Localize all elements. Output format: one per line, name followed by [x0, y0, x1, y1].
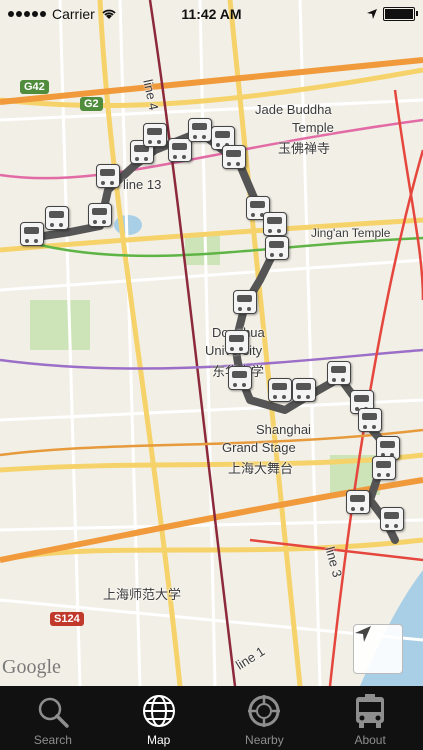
tab-nearby-label: Nearby: [245, 733, 284, 747]
bus-stop-marker[interactable]: [233, 290, 257, 314]
bus-stop-marker[interactable]: [228, 366, 252, 390]
metro-line-13-label: line 13: [123, 177, 162, 192]
bus-stop-marker[interactable]: [292, 378, 316, 402]
bus-stop-marker[interactable]: [225, 330, 249, 354]
highway-s124-shield: S124: [50, 612, 84, 626]
tab-map-label: Map: [146, 733, 171, 747]
jade-buddha-label-cn: 玉佛禅寺: [278, 141, 331, 156]
wifi-icon: [102, 9, 116, 19]
clock-time: 11:42 AM: [181, 6, 242, 22]
tab-nearby[interactable]: Nearby: [212, 686, 318, 750]
tab-map[interactable]: Map: [106, 686, 212, 750]
bus-stop-marker[interactable]: [168, 138, 192, 162]
location-arrow-icon: [355, 626, 371, 642]
bus-stop-marker[interactable]: [96, 164, 120, 188]
battery-icon: [383, 7, 418, 21]
grand-stage-label-cn: 上海大舞台: [228, 461, 294, 476]
bus-icon: [356, 694, 385, 728]
bus-stop-marker[interactable]: [372, 456, 396, 480]
google-attribution: Google: [2, 656, 61, 678]
current-location-button[interactable]: [353, 624, 403, 674]
carrier-label: Carrier: [52, 6, 95, 22]
bus-stop-marker[interactable]: [188, 118, 212, 142]
search-icon: [38, 697, 69, 728]
bus-stop-marker[interactable]: [45, 206, 69, 230]
bus-stop-marker[interactable]: [222, 145, 246, 169]
bus-stop-marker[interactable]: [380, 507, 404, 531]
globe-icon: [142, 695, 175, 727]
jingan-temple-label: Jing'an Temple: [311, 226, 391, 240]
crosshair-icon: [248, 695, 281, 727]
bus-stop-marker[interactable]: [263, 212, 287, 236]
bus-stop-marker[interactable]: [20, 222, 44, 246]
map-view[interactable]: line 4 line 13 line 3 line 1 Jade Buddha…: [0, 0, 423, 686]
status-bar: Carrier 11:42 AM: [0, 0, 423, 28]
bus-stop-marker[interactable]: [346, 490, 370, 514]
normal-university-label: 上海师范大学: [103, 587, 182, 602]
jade-buddha-label-line1: Jade Buddha: [255, 102, 332, 117]
bus-stop-marker[interactable]: [265, 236, 289, 260]
tab-about[interactable]: About: [317, 686, 423, 750]
bus-stop-marker[interactable]: [327, 361, 351, 385]
bus-stop-marker[interactable]: [88, 203, 112, 227]
highway-g2-shield: G2: [80, 97, 103, 111]
tab-bar: Search Map Nearby About: [0, 686, 423, 750]
signal-dots-icon: [8, 11, 46, 17]
jade-buddha-label-line2: Temple: [292, 120, 334, 135]
tab-search[interactable]: Search: [0, 686, 106, 750]
grand-stage-label-line1: Shanghai: [256, 422, 311, 437]
tab-search-label: Search: [33, 733, 72, 747]
highway-g42-shield: G42: [20, 80, 49, 94]
bus-stop-marker[interactable]: [268, 378, 292, 402]
bus-stop-marker[interactable]: [143, 123, 167, 147]
bus-stop-marker[interactable]: [358, 408, 382, 432]
grand-stage-label-line2: Grand Stage: [222, 440, 296, 455]
location-services-icon: [367, 9, 377, 19]
tab-about-label: About: [354, 733, 386, 747]
